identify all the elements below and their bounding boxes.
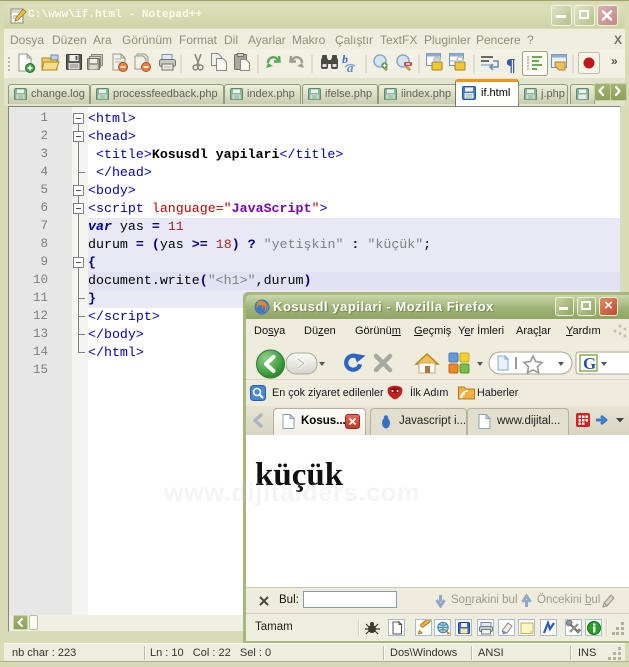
svg-text:a: a	[347, 60, 354, 75]
svg-text:»: »	[611, 54, 618, 68]
svg-text:¶: ¶	[506, 55, 516, 75]
svg-text:G: G	[583, 354, 596, 373]
